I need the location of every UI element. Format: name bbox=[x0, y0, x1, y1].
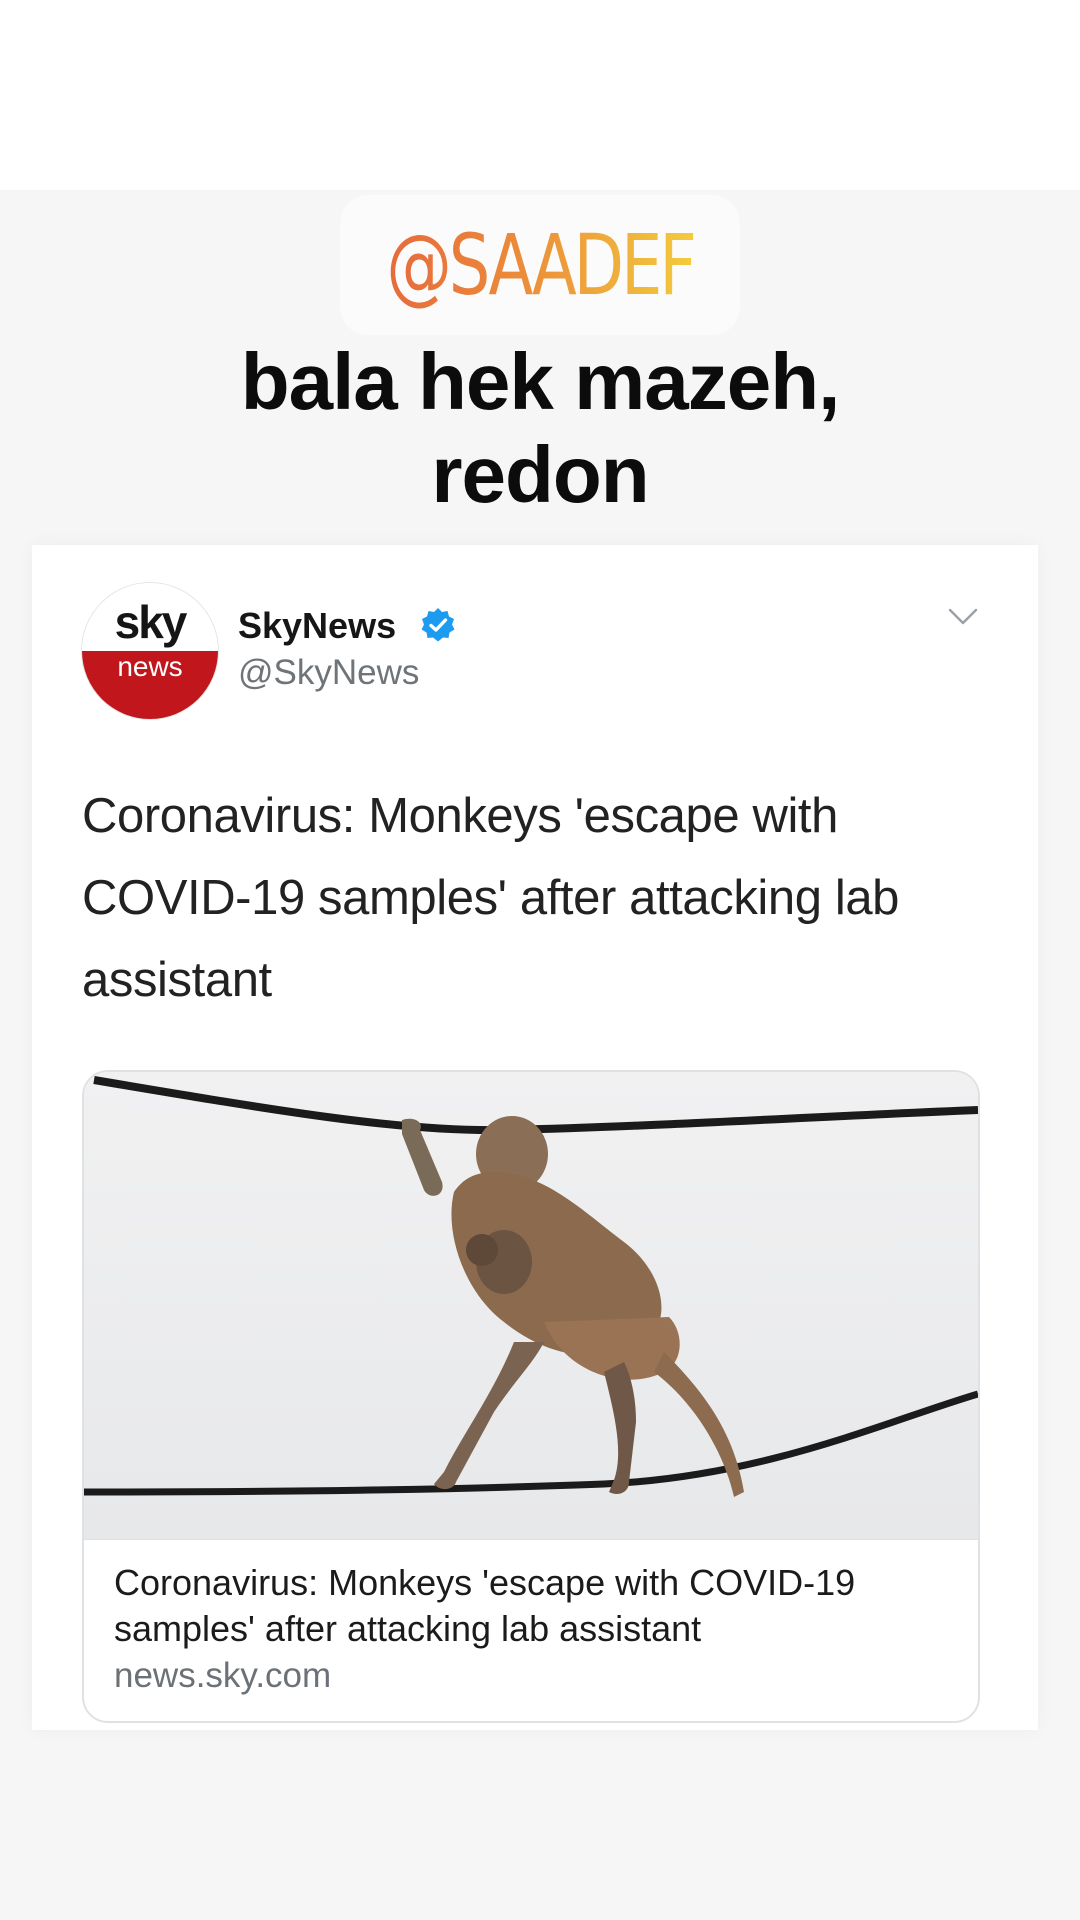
top-band bbox=[0, 0, 1080, 190]
verified-badge-icon bbox=[421, 608, 455, 642]
tweet-card[interactable]: sky news SkyNews @SkyNews Coronavirus: M… bbox=[32, 545, 1038, 1730]
story-caption: bala hek mazeh, redon bbox=[240, 337, 841, 519]
avatar-top: sky bbox=[82, 583, 218, 651]
link-domain[interactable]: news.sky.com bbox=[114, 1656, 331, 1696]
chevron-down-icon[interactable] bbox=[947, 607, 979, 627]
link-card[interactable]: Coronavirus: Monkeys 'escape with COVID-… bbox=[82, 1070, 980, 1723]
user-handle[interactable]: @SkyNews bbox=[238, 653, 419, 693]
avatar-sky-text: sky bbox=[114, 596, 188, 648]
tweet-text: Coronavirus: Monkeys 'escape with COVID-… bbox=[82, 789, 900, 1007]
link-title[interactable]: Coronavirus: Monkeys 'escape with COVID-… bbox=[114, 1560, 954, 1652]
user-name[interactable]: SkyNews bbox=[238, 605, 396, 647]
avatar-bottom: news bbox=[82, 651, 218, 719]
avatar[interactable]: sky news bbox=[82, 583, 218, 719]
mention-sticker[interactable]: @SAADEF bbox=[340, 195, 740, 335]
monkey-on-wire-photo[interactable] bbox=[84, 1072, 978, 1540]
mention-text[interactable]: @SAADEF bbox=[386, 216, 697, 314]
avatar-news-text: news bbox=[117, 651, 183, 682]
